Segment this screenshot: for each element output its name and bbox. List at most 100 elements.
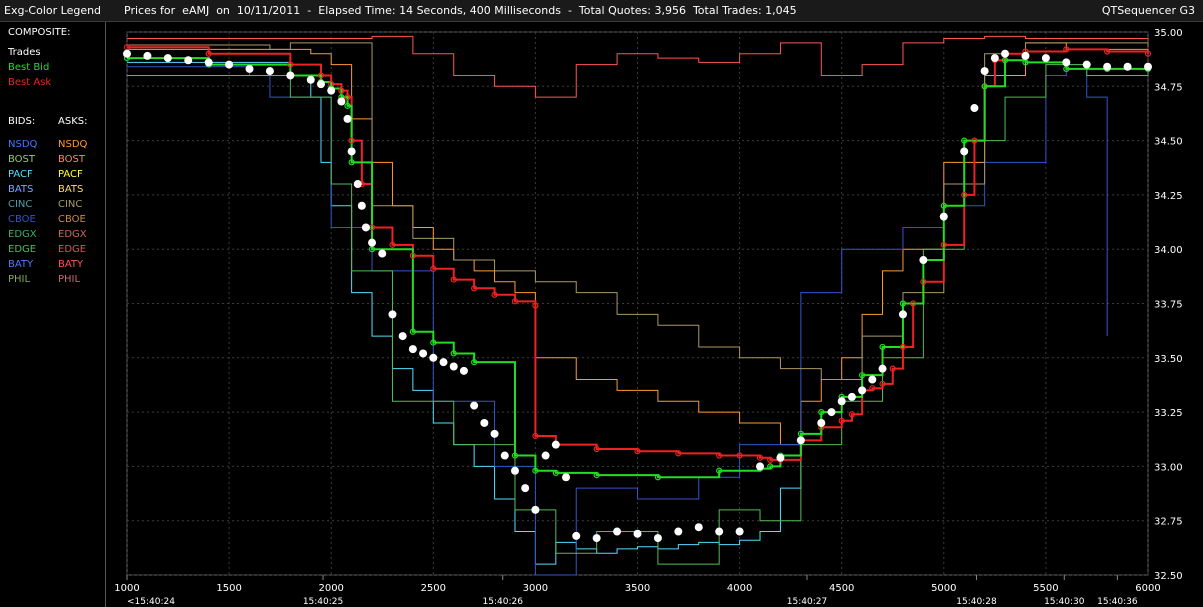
trade-point xyxy=(653,534,662,543)
trade-point xyxy=(694,523,703,532)
y-tick-label: 33.00 xyxy=(1154,462,1183,473)
trade-point xyxy=(143,51,152,60)
trade-point xyxy=(1001,49,1010,58)
trade-point xyxy=(353,180,362,189)
time-label: <15:40:24 xyxy=(127,597,175,607)
x-tick-label: 2500 xyxy=(421,583,446,594)
price-chart: 35.00 34.75 34.50 34.25 34.00 33.75 33.50 33.25… xyxy=(114,28,1183,607)
trade-point xyxy=(1103,62,1112,71)
trade-point xyxy=(337,97,346,106)
trade-point xyxy=(531,505,540,514)
trade-point xyxy=(184,56,193,65)
trade-point xyxy=(562,473,571,482)
trade-point xyxy=(858,386,867,395)
y-tick-label: 35.00 xyxy=(1154,28,1183,39)
x-tick-label: 4500 xyxy=(829,583,854,594)
trade-point xyxy=(347,147,356,156)
trade-point xyxy=(868,375,877,384)
y-tick-label: 34.75 xyxy=(1154,82,1183,93)
trade-point xyxy=(592,534,601,543)
y-tick-label: 34.25 xyxy=(1154,191,1183,202)
trade-point xyxy=(551,440,560,449)
trade-point xyxy=(327,86,336,95)
trade-point xyxy=(368,238,377,247)
trade-point xyxy=(1021,51,1030,60)
trade-point xyxy=(1062,58,1071,67)
y-tick-label: 32.50 xyxy=(1154,571,1183,582)
trade-point xyxy=(521,484,530,493)
trade-point xyxy=(1041,54,1050,63)
trade-point xyxy=(429,353,438,362)
trade-point xyxy=(939,212,948,221)
trade-point xyxy=(827,408,836,417)
trade-point xyxy=(960,147,969,156)
trade-point xyxy=(970,104,979,113)
trade-point xyxy=(990,54,999,63)
trade-point xyxy=(163,54,172,63)
trade-point xyxy=(674,527,683,536)
y-tick-label: 33.75 xyxy=(1154,300,1183,311)
trade-point xyxy=(796,436,805,445)
trade-point xyxy=(510,466,519,475)
trade-point xyxy=(459,366,468,375)
trade-point xyxy=(123,49,131,58)
trade-point xyxy=(480,418,489,427)
trade-point xyxy=(633,529,642,538)
x-tick-label: 1500 xyxy=(216,583,241,594)
trade-point xyxy=(204,58,213,67)
time-label: 15:40:36 xyxy=(1097,597,1138,607)
trade-point xyxy=(449,362,458,371)
trade-point xyxy=(878,364,887,373)
trade-point xyxy=(919,256,928,265)
trade-point xyxy=(980,67,989,76)
trade-point xyxy=(1144,62,1152,71)
y-tick-label: 32.75 xyxy=(1154,517,1183,528)
x-tick-label: 3000 xyxy=(523,583,548,594)
time-label: 15:40:30 xyxy=(1044,597,1085,607)
y-tick-label: 33.50 xyxy=(1154,354,1183,365)
x-tick-label: 1000 xyxy=(114,583,139,594)
trade-point xyxy=(398,332,407,341)
trade-point xyxy=(286,71,295,80)
x-tick-label: 5500 xyxy=(1033,583,1058,594)
y-tick-label: 33.25 xyxy=(1154,408,1183,419)
trade-point xyxy=(756,462,765,471)
trade-point xyxy=(837,397,846,406)
trade-point xyxy=(1123,62,1132,71)
trade-point xyxy=(357,201,366,210)
trade-point xyxy=(500,451,509,460)
time-label: 15:40:28 xyxy=(956,597,997,607)
x-tick-label: 6000 xyxy=(1135,583,1160,594)
time-label: 15:40:25 xyxy=(303,597,343,607)
trade-point xyxy=(306,75,315,84)
trade-point xyxy=(419,349,428,358)
trade-point xyxy=(490,429,499,438)
x-tick-label: 5000 xyxy=(931,583,956,594)
trade-point xyxy=(1082,60,1091,69)
trade-point xyxy=(225,60,234,69)
x-tick-label: 2000 xyxy=(318,583,343,594)
trade-point xyxy=(470,401,479,410)
x-tick-label: 4000 xyxy=(727,583,752,594)
trade-point xyxy=(817,418,826,427)
y-tick-label: 34.50 xyxy=(1154,137,1183,148)
trade-point xyxy=(715,527,724,536)
trade-point xyxy=(572,531,581,540)
trade-point xyxy=(613,527,622,536)
trade-point xyxy=(898,310,907,319)
trade-point xyxy=(439,358,448,367)
trade-point xyxy=(245,64,254,73)
trade-point xyxy=(735,527,744,536)
time-label: 15:40:27 xyxy=(787,597,827,607)
trade-point xyxy=(316,80,325,89)
x-tick-label: 3500 xyxy=(625,583,650,594)
trade-point xyxy=(388,310,397,319)
trade-point xyxy=(343,114,352,123)
time-label: 15:40:26 xyxy=(483,597,524,607)
y-tick-label: 34.00 xyxy=(1154,245,1183,256)
trade-point xyxy=(541,451,550,460)
trade-point xyxy=(847,392,856,401)
trade-point xyxy=(378,249,387,258)
trade-point xyxy=(361,223,370,232)
trade-point xyxy=(776,453,785,462)
